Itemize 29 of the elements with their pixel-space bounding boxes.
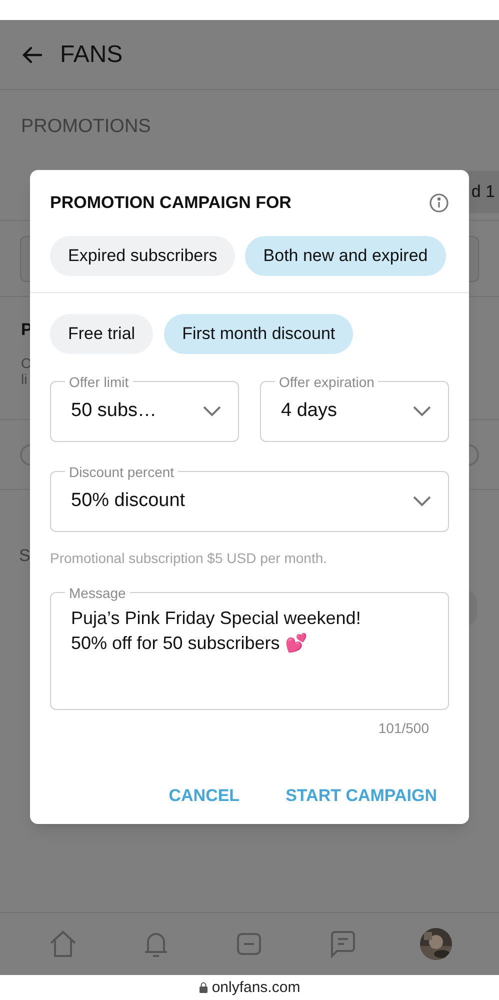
option-chip[interactable]: Expired subscribers <box>50 236 236 276</box>
option-chip[interactable]: First month discount <box>164 314 354 354</box>
dropdown-select[interactable]: Discount percent 50% discount <box>50 464 449 532</box>
lock-icon <box>198 982 208 993</box>
url-text: onlyfans.com <box>212 980 300 994</box>
info-icon[interactable] <box>429 192 449 213</box>
select-value: 50 subs… <box>71 398 157 423</box>
option-chip[interactable]: Both new and expired <box>245 236 446 276</box>
select-value: 4 days <box>281 398 337 423</box>
section-title: PROMOTIONS <box>21 114 151 139</box>
chevron-down-icon <box>412 405 432 417</box>
select-value: 50% discount <box>71 488 186 513</box>
character-counter: 101/500 <box>378 718 429 738</box>
chevron-down-icon <box>412 495 432 507</box>
field-label: Message <box>68 586 127 600</box>
chevron-down-icon <box>202 405 222 417</box>
dialog-title: PROMOTION CAMPAIGN FOR <box>50 192 292 214</box>
field-label: Offer limit <box>68 374 130 390</box>
helper-text: Promotional subscription $5 USD per month. <box>49 548 328 568</box>
option-chip[interactable]: Free trial <box>50 314 154 354</box>
message-text: Puja’s Pink Friday Special weekend! <box>71 606 362 630</box>
field-label: Offer expiration <box>278 374 376 390</box>
description-text: li <box>21 370 28 386</box>
dropdown-select[interactable]: Offer limit 50 subs… <box>50 374 239 442</box>
field-label: Discount percent <box>68 464 176 480</box>
page-title: FANS <box>60 40 123 70</box>
dropdown-select[interactable]: Offer expiration 4 days <box>260 374 449 442</box>
message-text: 50% off for 50 subscribers 💕 <box>71 632 308 655</box>
section-title: S <box>19 546 30 566</box>
